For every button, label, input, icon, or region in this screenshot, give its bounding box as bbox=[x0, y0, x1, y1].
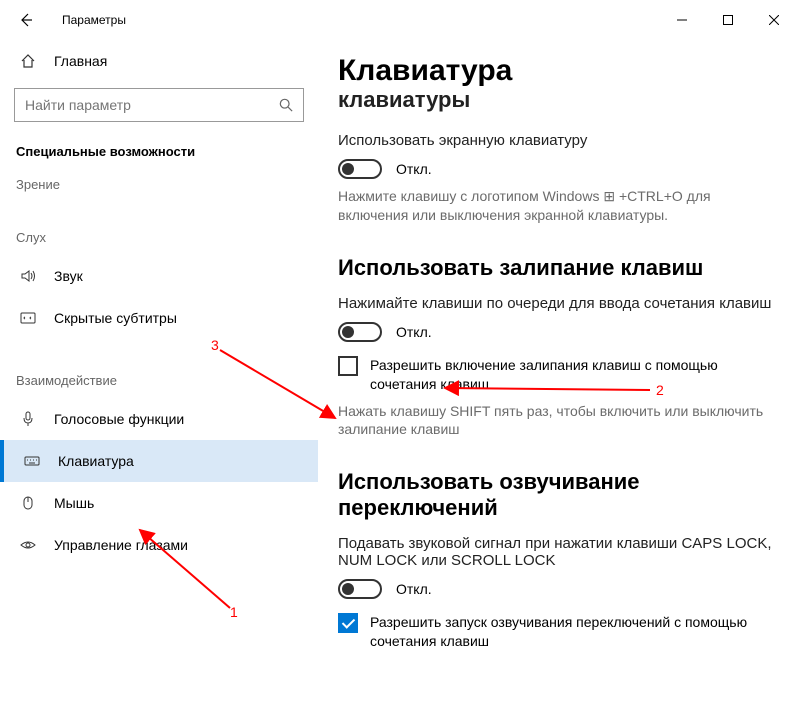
nav-speech[interactable]: Голосовые функции bbox=[14, 398, 304, 440]
close-icon bbox=[769, 15, 779, 25]
checkbox-togglekeys-label: Разрешить запуск озвучивания переключени… bbox=[370, 613, 777, 651]
toggle-knob bbox=[342, 326, 354, 338]
search-box[interactable] bbox=[14, 88, 304, 122]
minimize-icon bbox=[677, 15, 687, 25]
toggle-osk-state: Откл. bbox=[396, 161, 432, 177]
toggle-knob bbox=[342, 583, 354, 595]
checkbox-sticky-shortcut[interactable] bbox=[338, 356, 358, 376]
home-icon bbox=[20, 53, 38, 69]
nav-mouse-label: Мышь bbox=[54, 495, 94, 511]
eye-icon bbox=[20, 537, 38, 553]
section-togglekeys-heading: Использовать озвучивание переключений bbox=[338, 469, 777, 521]
window-title: Параметры bbox=[62, 13, 126, 27]
nav-captions[interactable]: Скрытые субтитры bbox=[14, 297, 304, 339]
osk-description: Использовать экранную клавиатуру bbox=[338, 132, 777, 149]
nav-keyboard[interactable]: Клавиатура bbox=[0, 440, 318, 482]
nav-sound-label: Звук bbox=[54, 268, 83, 284]
close-button[interactable] bbox=[751, 4, 797, 36]
minimize-button[interactable] bbox=[659, 4, 705, 36]
nav-captions-label: Скрытые субтитры bbox=[54, 310, 177, 326]
keyboard-icon bbox=[24, 453, 42, 469]
sticky-hint: Нажать клавишу SHIFT пять раз, чтобы вкл… bbox=[338, 402, 777, 440]
nav-sound[interactable]: Звук bbox=[14, 255, 304, 297]
annotation-3: 3 bbox=[211, 337, 219, 353]
microphone-icon bbox=[20, 411, 38, 427]
checkbox-sticky-label: Разрешить включение залипания клавиш с п… bbox=[370, 356, 777, 394]
search-input[interactable] bbox=[15, 97, 269, 113]
checkbox-togglekeys-shortcut[interactable] bbox=[338, 613, 358, 633]
sidebar-group-title: Специальные возможности bbox=[14, 144, 304, 159]
back-button[interactable] bbox=[12, 6, 40, 34]
toggle-osk[interactable] bbox=[338, 159, 382, 179]
section-sticky-heading: Использовать залипание клавиш bbox=[338, 255, 777, 281]
toggle-knob bbox=[342, 163, 354, 175]
nav-keyboard-label: Клавиатура bbox=[58, 453, 134, 469]
annotation-1: 1 bbox=[230, 604, 238, 620]
search-icon bbox=[269, 98, 303, 112]
maximize-button[interactable] bbox=[705, 4, 751, 36]
mouse-icon bbox=[20, 495, 38, 511]
speaker-icon bbox=[20, 268, 38, 284]
sticky-description: Нажимайте клавиши по очереди для ввода с… bbox=[338, 295, 777, 312]
category-vision: Зрение bbox=[14, 177, 304, 192]
category-hearing: Слух bbox=[14, 230, 304, 245]
arrow-left-icon bbox=[18, 12, 34, 28]
windows-logo-icon: ⊞ bbox=[603, 188, 615, 204]
nav-eye-control[interactable]: Управление глазами bbox=[14, 524, 304, 566]
nav-home[interactable]: Главная bbox=[14, 40, 304, 82]
toggle-sticky[interactable] bbox=[338, 322, 382, 342]
nav-speech-label: Голосовые функции bbox=[54, 411, 184, 427]
section-osk-heading: Использовать устройство без обычной клав… bbox=[338, 90, 777, 116]
osk-hint: Нажмите клавишу с логотипом Windows ⊞ +C… bbox=[338, 187, 777, 225]
togglekeys-description: Подавать звуковой сигнал при нажатии кла… bbox=[338, 535, 777, 569]
maximize-icon bbox=[723, 15, 733, 25]
toggle-togglekeys-state: Откл. bbox=[396, 581, 432, 597]
captions-icon bbox=[20, 310, 38, 326]
category-interaction: Взаимодействие bbox=[14, 373, 304, 388]
toggle-sticky-state: Откл. bbox=[396, 324, 432, 340]
nav-eye-label: Управление глазами bbox=[54, 537, 188, 553]
toggle-togglekeys[interactable] bbox=[338, 579, 382, 599]
page-title: Клавиатура bbox=[338, 54, 777, 88]
annotation-2: 2 bbox=[656, 382, 664, 398]
nav-home-label: Главная bbox=[54, 53, 107, 69]
nav-mouse[interactable]: Мышь bbox=[14, 482, 304, 524]
